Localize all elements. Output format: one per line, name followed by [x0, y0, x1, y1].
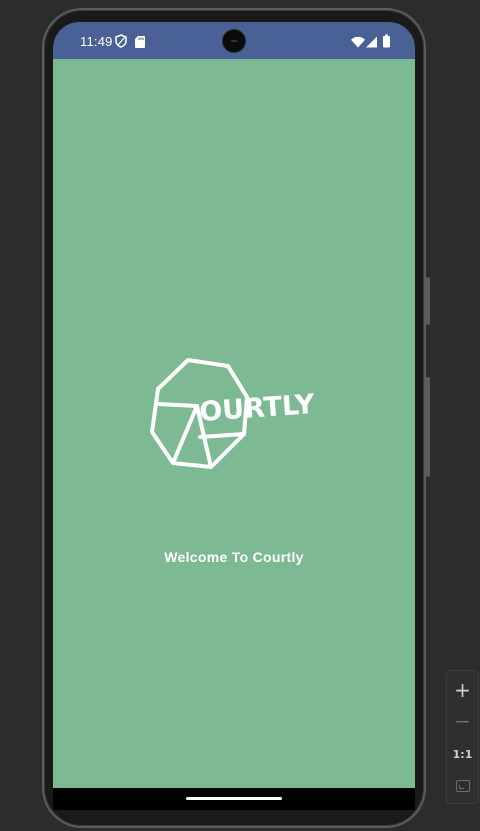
- wifi-icon: [351, 36, 365, 48]
- welcome-text: Welcome To Courtly: [164, 549, 304, 565]
- zoom-out-button[interactable]: −: [447, 706, 478, 736]
- navigation-bar: [53, 788, 415, 810]
- splash-screen: OURTLY Welcome To Courtly: [53, 59, 415, 788]
- sd-card-icon: [135, 36, 145, 48]
- actual-size-button[interactable]: 1:1: [447, 739, 478, 769]
- volume-button[interactable]: [426, 377, 430, 477]
- emulator-stage: 11:49 OURTLY Welcome To Courtly + − 1:1: [0, 0, 480, 831]
- front-camera: [223, 30, 245, 52]
- status-bar: 11:49: [53, 22, 415, 59]
- logo-wordmark: OURTLY: [198, 389, 316, 428]
- fit-screen-button[interactable]: [447, 771, 478, 801]
- device-screen: 11:49 OURTLY Welcome To Courtly: [53, 22, 415, 810]
- status-time: 11:49: [80, 34, 113, 49]
- battery-icon: [383, 34, 390, 48]
- fit-screen-icon: [455, 780, 470, 792]
- zoom-in-button[interactable]: +: [447, 675, 478, 705]
- shield-icon: [115, 34, 127, 48]
- emulator-zoom-panel: + − 1:1: [446, 670, 479, 804]
- power-button[interactable]: [426, 277, 430, 325]
- home-indicator[interactable]: [186, 797, 282, 800]
- cell-signal-icon: [366, 36, 377, 48]
- courtly-logo: OURTLY: [150, 358, 316, 469]
